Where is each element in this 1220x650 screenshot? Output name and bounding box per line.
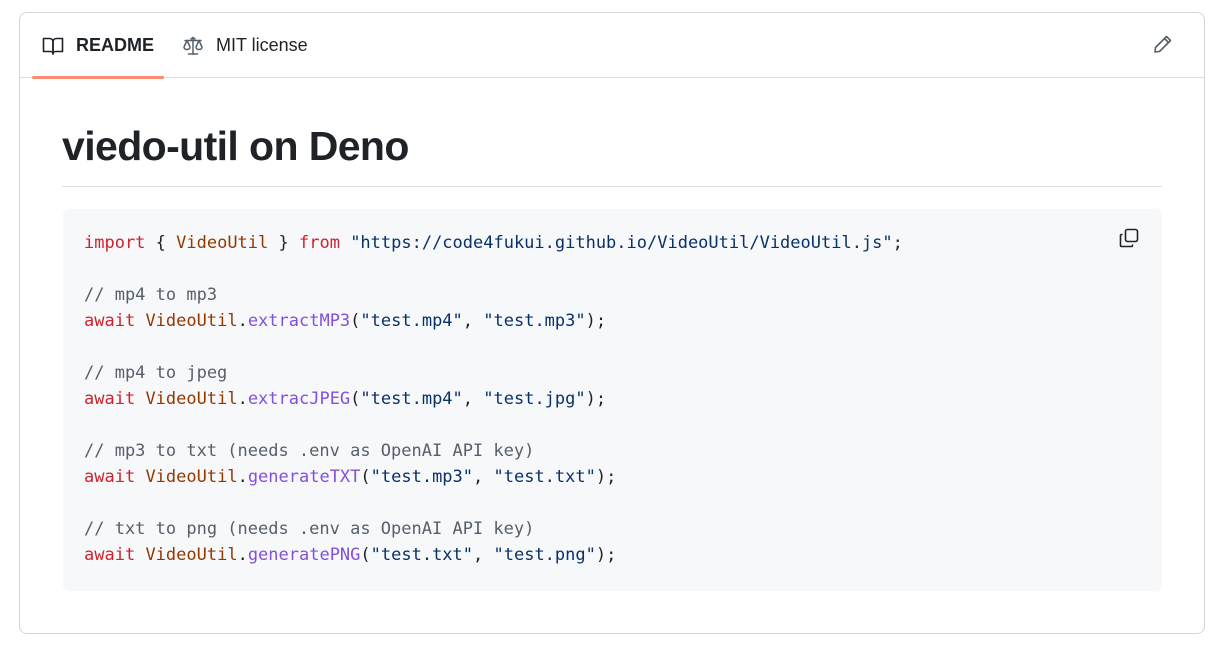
code-token: await [84, 389, 136, 409]
readme-title: viedo-util on Deno [62, 120, 1162, 187]
code-block: import { VideoUtil } from "https://code4… [63, 209, 1162, 591]
code-line-comment: // mp4 to mp3 [84, 282, 903, 308]
code-token: } [268, 233, 299, 253]
code-line-import: import { VideoUtil } from "https://code4… [84, 230, 903, 256]
code-token: "test.mp4" [360, 389, 463, 409]
code-line-call: await VideoUtil.generateTXT("test.mp3", … [84, 464, 903, 490]
code-comment: // mp3 to txt (needs .env as OpenAI API … [84, 441, 535, 461]
code-token: , [462, 311, 484, 331]
code-content: import { VideoUtil } from "https://code4… [84, 230, 903, 568]
code-token: await [84, 467, 136, 487]
code-token: "test.mp4" [360, 311, 463, 331]
code-token: . [237, 389, 248, 409]
code-token: from [298, 233, 340, 253]
code-token: "test.png" [493, 545, 596, 565]
code-token: ( [350, 389, 361, 409]
copy-code-button[interactable] [1116, 227, 1142, 253]
code-token: , [473, 545, 494, 565]
tab-mit-license-label: MIT license [216, 35, 308, 55]
code-token: VideoUtil [145, 389, 238, 409]
book-icon [42, 35, 64, 57]
code-comment: // mp4 to mp3 [84, 285, 218, 305]
code-token: , [473, 467, 494, 487]
tab-readme[interactable]: README [32, 13, 165, 79]
code-token: ( [360, 467, 371, 487]
pencil-icon [1152, 33, 1174, 60]
code-token: . [237, 545, 248, 565]
readme-tab-bar: README MIT license [20, 13, 1204, 79]
code-token: ); [595, 545, 617, 565]
code-token: "test.mp3" [483, 311, 586, 331]
code-token: "test.txt" [493, 467, 596, 487]
readme-panel: README MIT license viedo-util on Deno im… [19, 12, 1205, 634]
code-line-call: await VideoUtil.extractMP3("test.mp4", "… [84, 308, 903, 334]
tab-mit-license[interactable]: MIT license [182, 13, 308, 78]
code-token: ); [595, 467, 617, 487]
code-token: ( [350, 311, 361, 331]
code-token: , [462, 389, 484, 409]
code-token: await [84, 311, 136, 331]
code-token: ( [360, 545, 371, 565]
scale-icon [182, 35, 204, 57]
code-token: VideoUtil [176, 233, 269, 253]
edit-file-button[interactable] [1150, 33, 1176, 59]
code-token: "https://code4fukui.github.io/VideoUtil/… [350, 233, 893, 253]
code-token: ; [892, 233, 903, 253]
code-line-call: await VideoUtil.generatePNG("test.txt", … [84, 542, 903, 568]
code-token: generateTXT [247, 467, 361, 487]
code-token: generatePNG [247, 545, 361, 565]
code-token: "test.mp3" [370, 467, 474, 487]
code-token: VideoUtil [145, 545, 238, 565]
copy-icon [1118, 227, 1140, 254]
code-comment: // txt to png (needs .env as OpenAI API … [84, 519, 535, 539]
code-line-comment: // mp4 to jpeg [84, 360, 903, 386]
code-line-call: await VideoUtil.extracJPEG("test.mp4", "… [84, 386, 903, 412]
code-token: extracJPEG [247, 389, 351, 409]
code-token: VideoUtil [145, 467, 238, 487]
code-token: { [145, 233, 177, 253]
code-token: . [237, 467, 248, 487]
code-token: ); [585, 311, 607, 331]
tab-readme-label: README [76, 35, 155, 55]
code-token: extractMP3 [247, 311, 351, 331]
code-token: "test.jpg" [483, 389, 586, 409]
code-comment: // mp4 to jpeg [84, 363, 228, 383]
code-token: "test.txt" [370, 545, 474, 565]
code-token: await [84, 545, 136, 565]
code-token: VideoUtil [145, 311, 238, 331]
code-token: . [237, 311, 248, 331]
code-line-comment: // mp3 to txt (needs .env as OpenAI API … [84, 438, 903, 464]
code-token: ); [585, 389, 607, 409]
code-line-comment: // txt to png (needs .env as OpenAI API … [84, 516, 903, 542]
code-token: import [84, 233, 146, 253]
